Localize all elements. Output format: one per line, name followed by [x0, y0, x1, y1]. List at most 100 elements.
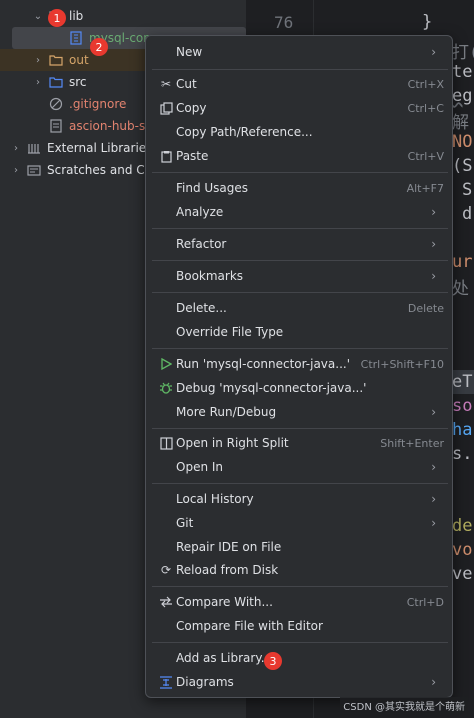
step-badge: 1	[48, 9, 66, 27]
cut-icon: ✂	[160, 77, 172, 91]
menu-item-label: More Run/Debug	[176, 405, 277, 419]
menu-item-label: Local History	[176, 492, 254, 506]
menu-item-git[interactable]: Git ›	[152, 511, 448, 535]
menu-item-compare-file-with-editor[interactable]: Compare File with Editor	[152, 614, 448, 638]
menu-item-debug[interactable]: Debug 'mysql-connector-java...'	[152, 376, 448, 400]
menu-item-open-in[interactable]: Open In ›	[152, 455, 448, 479]
menu-item-delete[interactable]: Delete... Delete	[152, 296, 448, 320]
tree-item-label: .gitignore	[69, 97, 127, 111]
code-fragment: s.	[452, 444, 473, 464]
chevron-right-icon: ›	[431, 205, 436, 219]
tree-item-label: lib	[69, 9, 84, 23]
compare-icon	[158, 594, 174, 610]
menu-item-compare-with[interactable]: Compare With... Ctrl+D	[152, 590, 448, 614]
menu-item-diagrams[interactable]: Diagrams ›	[152, 670, 448, 694]
tree-item-label: src	[69, 75, 87, 89]
chevron-right-icon: ›	[431, 492, 436, 506]
menu-separator	[152, 172, 448, 173]
chevron-down-icon[interactable]: ⌄	[32, 11, 44, 22]
chevron-right-icon[interactable]: ›	[10, 165, 22, 176]
code-fragment: S	[462, 180, 473, 200]
code-fragment: 处	[452, 279, 469, 299]
menu-separator	[152, 483, 448, 484]
code-fragment: ha	[452, 420, 473, 440]
menu-item-run[interactable]: Run 'mysql-connector-java...' Ctrl+Shift…	[152, 352, 448, 376]
menu-item-override-file-type[interactable]: Override File Type	[152, 320, 448, 344]
menu-separator	[152, 228, 448, 229]
menu-item-label: New	[176, 45, 203, 59]
menu-item-shortcut: Alt+F7	[406, 181, 444, 195]
menu-item-label: Override File Type	[176, 325, 284, 339]
code-fragment: ur	[452, 252, 473, 272]
chevron-right-icon: ›	[431, 45, 436, 59]
menu-separator	[152, 642, 448, 643]
menu-item-label: Reload from Disk	[176, 563, 279, 577]
code-fragment: NO	[452, 132, 473, 152]
menu-item-copy-path[interactable]: Copy Path/Reference...	[152, 120, 448, 144]
code-fragment: (S	[452, 156, 473, 176]
menu-item-new[interactable]: New ›	[152, 40, 448, 64]
menu-separator	[152, 260, 448, 261]
jar-file-icon	[68, 31, 84, 45]
menu-item-shortcut: Ctrl+D	[406, 595, 444, 609]
chevron-right-icon: ›	[431, 237, 436, 251]
chevron-right-icon: ›	[431, 269, 436, 283]
menu-item-bookmarks[interactable]: Bookmarks ›	[152, 264, 448, 288]
paste-icon	[158, 148, 174, 164]
context-menu: New › ✂ Cut Ctrl+X Copy Ctrl+C Copy Path…	[145, 35, 453, 698]
chevron-right-icon: ›	[431, 460, 436, 474]
code-fragment: te	[452, 62, 473, 82]
menu-separator	[152, 292, 448, 293]
menu-item-analyze[interactable]: Analyze ›	[152, 200, 448, 224]
menu-item-label: Paste	[176, 149, 209, 163]
file-icon	[48, 119, 64, 133]
menu-item-label: Open in Right Split	[176, 436, 289, 450]
menu-item-paste[interactable]: Paste Ctrl+V	[152, 144, 448, 168]
menu-item-label: Add as Library...	[176, 651, 273, 665]
menu-item-copy[interactable]: Copy Ctrl+C	[152, 96, 448, 120]
step-badge: 2	[90, 38, 108, 56]
code-fragment: ve	[452, 564, 473, 584]
menu-item-label: Open In	[176, 460, 224, 474]
tree-item-label: Scratches and Con	[47, 163, 160, 177]
reload-icon: ⟳	[160, 563, 172, 577]
menu-item-open-right-split[interactable]: Open in Right Split Shift+Enter	[152, 431, 448, 455]
code-fragment: d	[462, 204, 473, 224]
menu-separator	[152, 586, 448, 587]
watermark: CSDN @其实我就是个萌新	[340, 697, 468, 714]
menu-item-find-usages[interactable]: Find Usages Alt+F7	[152, 176, 448, 200]
code-brace: }	[422, 12, 433, 32]
folder-icon	[48, 53, 64, 67]
menu-item-reload-from-disk[interactable]: ⟳ Reload from Disk	[152, 558, 448, 582]
chevron-right-icon[interactable]: ›	[32, 55, 44, 66]
tree-item-label: out	[69, 53, 89, 67]
library-icon	[26, 141, 42, 155]
menu-item-add-as-library[interactable]: Add as Library...	[152, 646, 448, 670]
menu-item-shortcut: Ctrl+Shift+F10	[360, 357, 444, 371]
menu-item-shortcut: Shift+Enter	[380, 436, 444, 450]
menu-item-more-run-debug[interactable]: More Run/Debug ›	[152, 400, 448, 424]
menu-item-refactor[interactable]: Refactor ›	[152, 232, 448, 256]
menu-item-label: Compare With...	[176, 595, 273, 609]
menu-item-local-history[interactable]: Local History ›	[152, 487, 448, 511]
menu-separator	[152, 69, 448, 70]
tree-item-lib[interactable]: ⌄ lib	[0, 5, 246, 27]
menu-item-label: Run 'mysql-connector-java...'	[176, 357, 351, 371]
scratches-icon	[26, 163, 42, 177]
menu-item-shortcut: Ctrl+C	[407, 101, 444, 115]
menu-item-cut[interactable]: ✂ Cut Ctrl+X	[152, 72, 448, 96]
source-folder-icon	[48, 75, 64, 89]
chevron-right-icon: ›	[431, 675, 436, 689]
tree-item-label: External Libraries	[47, 141, 153, 155]
menu-item-label: Bookmarks	[176, 269, 244, 283]
chevron-right-icon: ›	[431, 516, 436, 530]
menu-item-repair-ide[interactable]: Repair IDE on File	[152, 535, 448, 559]
menu-item-label: Repair IDE on File	[176, 540, 282, 554]
menu-separator	[152, 428, 448, 429]
chevron-right-icon[interactable]: ›	[32, 77, 44, 88]
menu-separator	[152, 348, 448, 349]
copy-icon	[158, 100, 174, 116]
menu-item-label: Copy	[176, 101, 207, 115]
menu-item-shortcut: Ctrl+V	[407, 149, 444, 163]
chevron-right-icon[interactable]: ›	[10, 143, 22, 154]
